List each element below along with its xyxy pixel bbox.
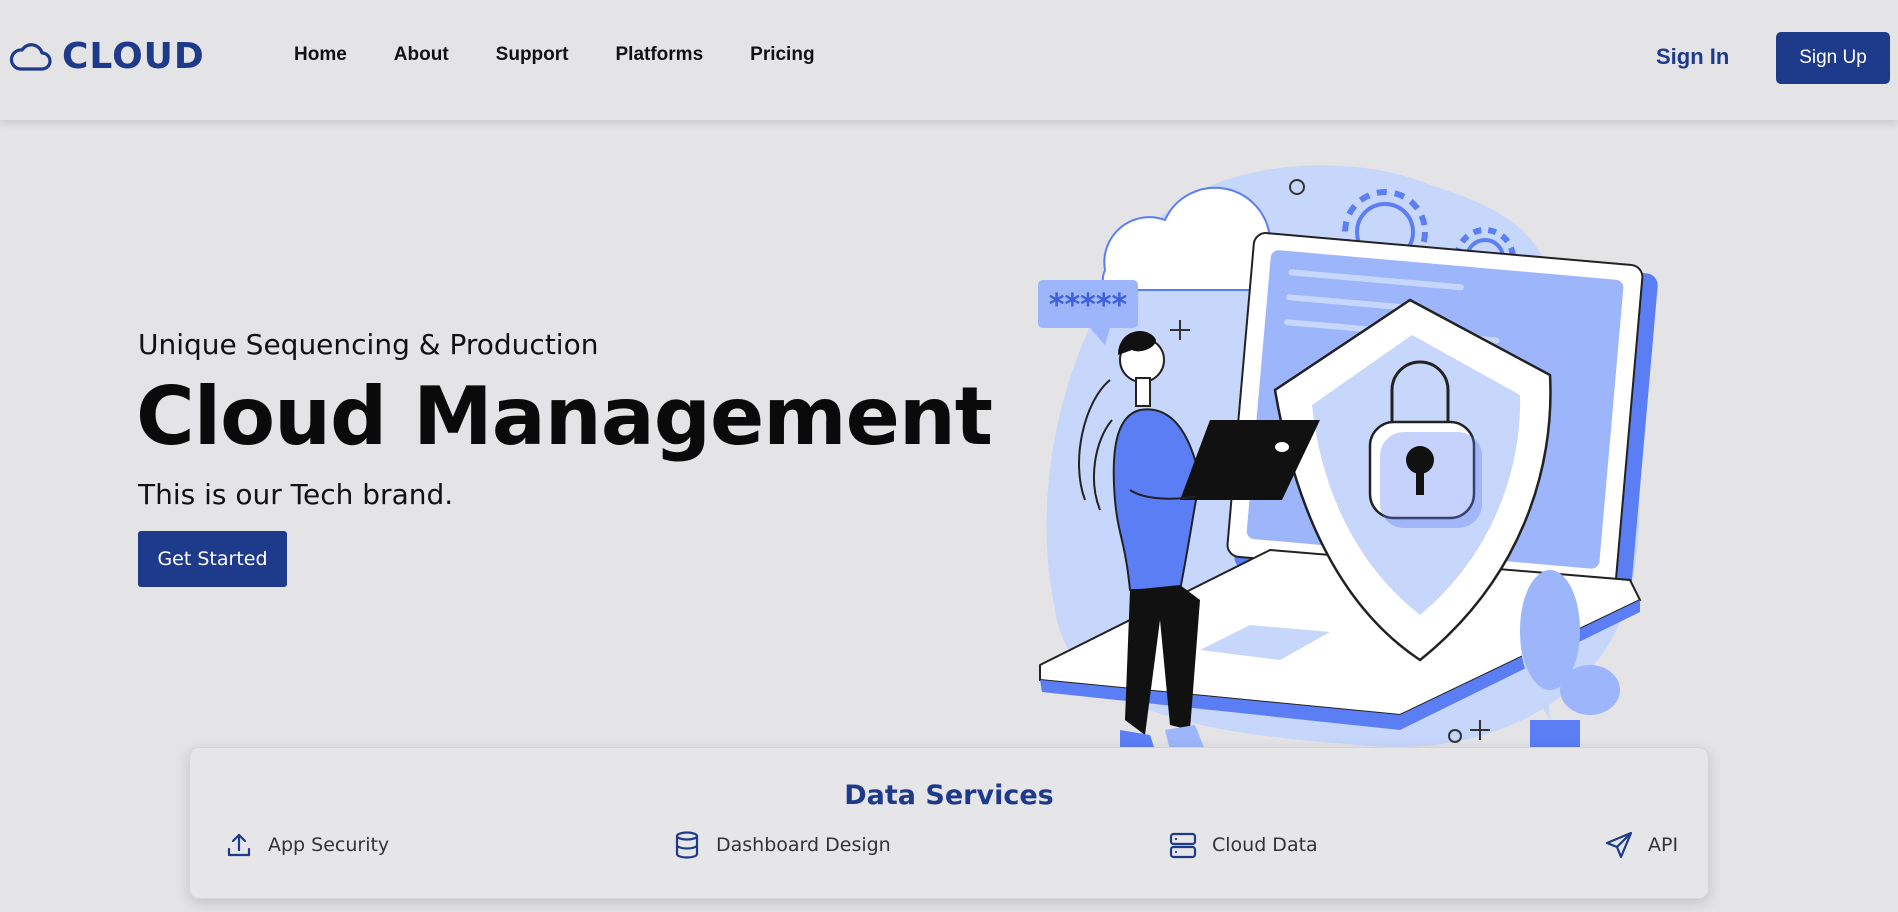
- service-item-api[interactable]: API: [1604, 830, 1678, 860]
- password-bubble-text: *****: [1049, 288, 1128, 323]
- services-title: Data Services: [844, 780, 1054, 811]
- nav-link-support[interactable]: Support: [496, 44, 569, 66]
- brand-name: CLOUD: [62, 36, 205, 77]
- upload-icon: [227, 833, 251, 857]
- hero-title: Cloud Management: [136, 370, 993, 463]
- server-icon: [1169, 832, 1197, 859]
- service-label: App Security: [268, 834, 390, 856]
- data-services-card: Data Services App Security Dashboard Des…: [189, 747, 1709, 899]
- sign-in-link[interactable]: Sign In: [1656, 44, 1729, 70]
- database-icon: [675, 831, 699, 859]
- service-item-app-security[interactable]: App Security: [224, 830, 389, 860]
- service-label: Dashboard Design: [716, 834, 891, 856]
- service-label: API: [1648, 834, 1679, 856]
- cloud-icon: [9, 42, 52, 71]
- nav-link-platforms[interactable]: Platforms: [616, 44, 704, 66]
- nav-link-home[interactable]: Home: [294, 44, 347, 66]
- brand-logo[interactable]: CLOUD: [8, 36, 205, 77]
- hero-subtitle: Unique Sequencing & Production: [138, 328, 599, 361]
- main-nav: Home About Support Platforms Pricing: [294, 44, 862, 66]
- hero-illustration: *****: [1030, 160, 1660, 750]
- nav-link-pricing[interactable]: Pricing: [750, 44, 814, 66]
- nav-link-about[interactable]: About: [394, 44, 449, 66]
- sign-up-button[interactable]: Sign Up: [1776, 32, 1890, 84]
- service-item-dashboard-design[interactable]: Dashboard Design: [672, 830, 891, 860]
- service-item-cloud-data[interactable]: Cloud Data: [1168, 830, 1318, 860]
- navbar: CLOUD Home About Support Platforms Prici…: [0, 0, 1898, 120]
- hero-tagline: This is our Tech brand.: [138, 478, 454, 511]
- get-started-button[interactable]: Get Started: [138, 531, 287, 587]
- service-label: Cloud Data: [1212, 834, 1318, 856]
- send-icon: [1605, 831, 1633, 859]
